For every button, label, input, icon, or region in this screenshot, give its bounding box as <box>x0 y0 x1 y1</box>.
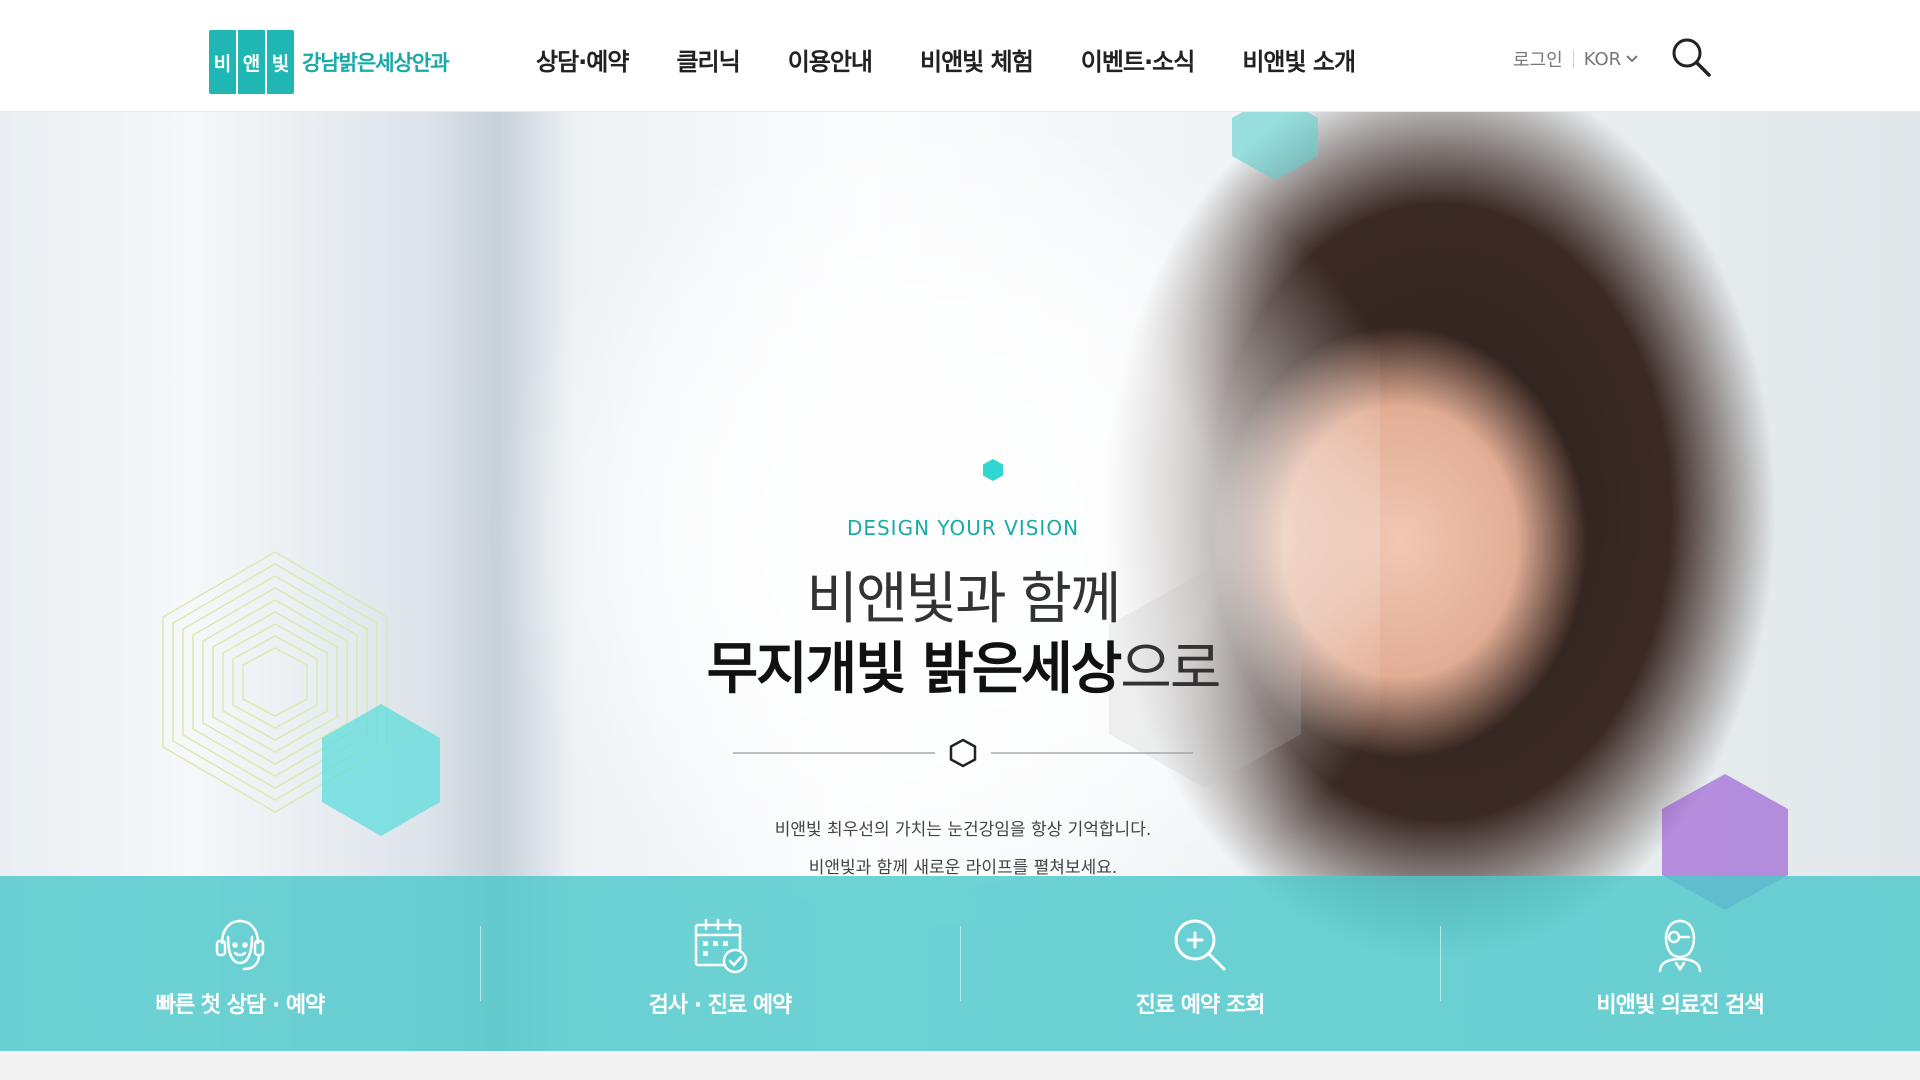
quick-label: 비앤빛 의료진 검색 <box>1596 993 1764 1018</box>
hero-kicker: DESIGN YOUR VISION <box>846 516 1080 540</box>
slide-pager <box>918 458 1004 482</box>
nav-guide[interactable]: 이용안내 <box>788 42 873 82</box>
calendar-check-icon <box>694 918 748 974</box>
hero-headline-bold: 무지개빛 밝은세상 <box>706 637 1123 702</box>
quick-menu-bar: 빠른 첫 상담 · 예약 검사 · 진료 예약 진료 예약 조회 비앤빛 의료진… <box>0 876 1920 1051</box>
hero-divider <box>733 738 1193 768</box>
quick-first-consult-button[interactable]: 빠른 첫 상담 · 예약 <box>0 876 480 1051</box>
hero-headline-line2: 무지개빛 밝은세상으로 <box>0 635 1920 705</box>
page-bottom-strip <box>0 1051 1920 1080</box>
logo-char: 비 <box>213 52 232 75</box>
quick-label: 검사 · 진료 예약 <box>648 993 793 1018</box>
util-divider <box>1572 50 1574 68</box>
headset-icon <box>215 919 265 971</box>
utility-menu: 로그인 KOR <box>1513 44 1638 74</box>
hexagon-outline-icon <box>949 738 977 768</box>
language-label: KOR <box>1583 48 1622 70</box>
logo-text: 강남밝은세상안과 <box>302 51 450 75</box>
nav-experience[interactable]: 비앤빛 체험 <box>920 42 1034 82</box>
magnifier-plus-icon <box>1174 919 1226 971</box>
logo-mark: 비 앤 빛 <box>209 30 294 94</box>
nav-clinic[interactable]: 클리닉 <box>676 42 740 82</box>
doctor-icon <box>1658 919 1702 973</box>
slide-dot-active[interactable] <box>982 458 1004 482</box>
slide-dot[interactable] <box>918 458 940 482</box>
hexagon-teal-top-icon <box>1232 112 1318 180</box>
chevron-down-icon <box>1626 55 1638 63</box>
login-link[interactable]: 로그인 <box>1513 46 1563 72</box>
quick-reservation-lookup-button[interactable]: 진료 예약 조회 <box>960 876 1440 1051</box>
nav-consult-reservation[interactable]: 상담·예약 <box>536 42 629 82</box>
hero-subtext-line1: 비앤빛 최우선의 가치는 눈건강임을 항상 기억합니다. <box>774 820 1152 840</box>
hero-headline-line1: 비앤빛과 함께 <box>806 567 1122 632</box>
hero-headline-light: 으로 <box>1120 637 1221 702</box>
nav-about[interactable]: 비앤빛 소개 <box>1242 42 1356 82</box>
main-nav: 상담·예약 클리닉 이용안내 비앤빛 체험 이벤트·소식 비앤빛 소개 <box>536 42 1403 82</box>
quick-exam-reservation-button[interactable]: 검사 · 진료 예약 <box>480 876 960 1051</box>
logo[interactable]: 비 앤 빛 강남밝은세상안과 <box>209 30 450 94</box>
quick-doctor-search-button[interactable]: 비앤빛 의료진 검색 <box>1440 876 1920 1051</box>
language-selector[interactable]: KOR <box>1584 49 1639 70</box>
search-button[interactable] <box>1670 36 1712 78</box>
site-header: 비 앤 빛 강남밝은세상안과 상담·예약 클리닉 이용안내 비앤빛 체험 이벤트… <box>0 0 1920 112</box>
logo-char: 앤 <box>236 30 265 94</box>
quick-label: 진료 예약 조회 <box>1135 993 1266 1018</box>
hero-subtext-line2: 비앤빛과 함께 새로운 라이프를 펼쳐보세요. <box>808 858 1118 878</box>
logo-char: 빛 <box>265 30 294 94</box>
quick-label: 빠른 첫 상담 · 예약 <box>155 993 326 1018</box>
nav-events-news[interactable]: 이벤트·소식 <box>1081 42 1196 82</box>
search-icon <box>1672 38 1711 77</box>
slide-dot[interactable] <box>950 458 972 482</box>
